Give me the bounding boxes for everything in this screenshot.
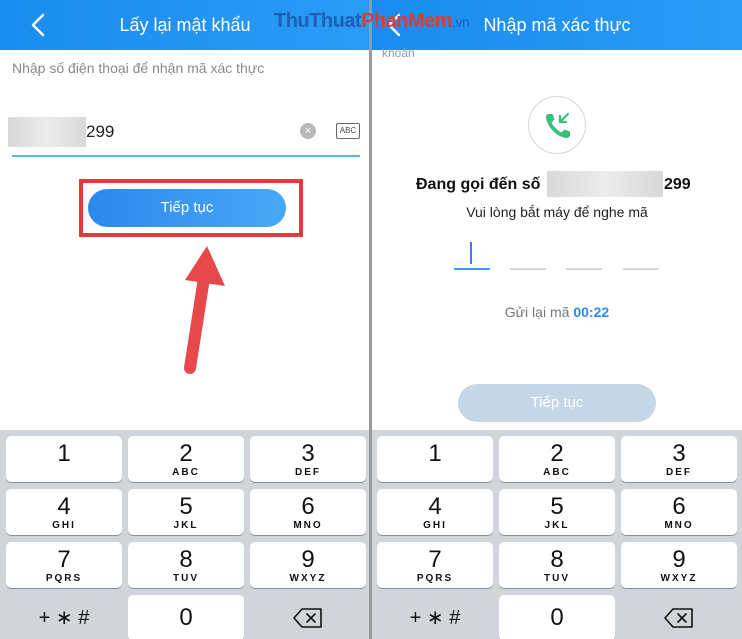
continue-button[interactable]: Tiếp tục (88, 189, 286, 227)
left-screen: Lấy lại mật khẩu Nhập số điện thoại để n… (0, 0, 370, 639)
key-2[interactable]: 2 ABC (128, 436, 244, 482)
key-6[interactable]: 6 MNO (621, 489, 737, 535)
key-6[interactable]: 6 MNO (250, 489, 366, 535)
otp-slot-4[interactable] (623, 268, 659, 270)
otp-cursor (470, 242, 472, 264)
backspace-icon (664, 608, 693, 628)
otp-slot-2[interactable] (510, 268, 546, 270)
right-screen: Nhập mã xác thực khoản Đang gọi đến số 2… (372, 0, 742, 639)
key-1[interactable]: 1 (377, 436, 493, 482)
key-0[interactable]: 0 (499, 595, 615, 639)
key-2[interactable]: 2 ABC (499, 436, 615, 482)
key-7[interactable]: 7 PQRS (377, 542, 493, 588)
key-9[interactable]: 9 WXYZ (621, 542, 737, 588)
numeric-keyboard-left: 1 2 ABC 3 DEF 4 GHI 5 JKL 6 MNO 7 PQRS 8 TUV 9W… (0, 430, 370, 639)
blurred-phone-prefix (8, 117, 86, 147)
number-suffix: 299 (664, 176, 691, 193)
key-5[interactable]: 5 JKL (128, 489, 244, 535)
calling-label: Đang gọi đến số (416, 176, 541, 193)
key-4[interactable]: 4 GHI (6, 489, 122, 535)
phone-underline (12, 155, 360, 157)
key-backspace[interactable] (250, 595, 366, 639)
key-backspace[interactable] (621, 595, 737, 639)
key-8[interactable]: 8 TUV (128, 542, 244, 588)
resend-timer: 00:22 (573, 304, 610, 320)
partial-text: khoản (382, 46, 415, 60)
call-status-circle (528, 96, 586, 154)
blurred-number (547, 171, 663, 197)
key-5[interactable]: 5 JKL (499, 489, 615, 535)
red-arrow-annotation (184, 246, 225, 374)
otp-slot-3[interactable] (566, 268, 602, 270)
clear-icon[interactable]: × (300, 123, 316, 139)
key-3[interactable]: 3 DEF (250, 436, 366, 482)
key-9[interactable]: 9 WXYZ (250, 542, 366, 588)
watermark: ThuThuatPhanMem.vn (274, 10, 470, 32)
key-0[interactable]: 0 (128, 595, 244, 639)
backspace-icon (293, 608, 322, 628)
key-7[interactable]: 7 PQRS (6, 542, 122, 588)
pickup-note: Vui lòng bắt máy để nghe mã (466, 204, 648, 220)
key-4[interactable]: 4 GHI (377, 489, 493, 535)
phone-hint-text: Nhập số điện thoại để nhận mã xác thực (12, 60, 265, 76)
continue-button-disabled: Tiếp tục (458, 384, 656, 422)
phone-input[interactable]: 299 × ABC (8, 114, 362, 154)
key-1[interactable]: 1 (6, 436, 122, 482)
key-symbols[interactable]: + ∗ # (377, 595, 493, 639)
key-3[interactable]: 3 DEF (621, 436, 737, 482)
key-8[interactable]: 8 TUV (499, 542, 615, 588)
incoming-call-icon (545, 112, 570, 139)
otp-slot-1[interactable] (454, 268, 490, 270)
resend-row: Gửi lại mã 00:22 (372, 304, 742, 320)
keyboard-abc-icon[interactable]: ABC (336, 123, 360, 139)
phone-suffix: 299 (86, 122, 115, 141)
key-symbols[interactable]: + ∗ # (6, 595, 122, 639)
resend-code-link[interactable]: Gửi lại mã (505, 304, 570, 320)
numeric-keyboard-right: 1 2 ABC 3 DEF 4 GHI 5 JKL 6 MNO 7 PQRS 8 TUV 9W… (372, 430, 742, 639)
